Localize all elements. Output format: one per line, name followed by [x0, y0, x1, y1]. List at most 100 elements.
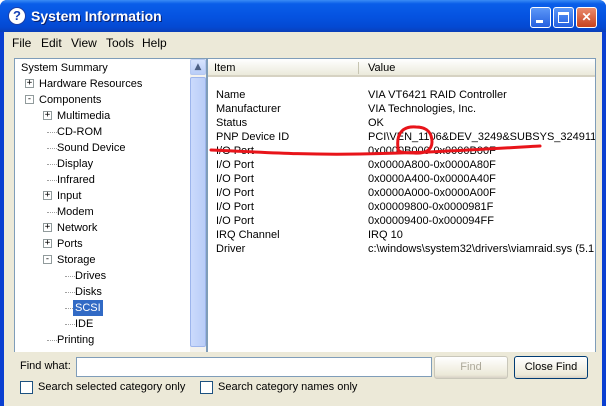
tree-item-label: Display [57, 158, 94, 170]
minimize-icon [536, 20, 543, 23]
collapse-minus-icon[interactable]: - [25, 95, 34, 104]
tree-item[interactable]: Display [15, 156, 189, 172]
menu-edit[interactable]: Edit [41, 36, 62, 50]
find-button[interactable]: Find [434, 356, 508, 379]
menu-help[interactable]: Help [142, 36, 167, 50]
checkbox-box[interactable] [20, 381, 33, 394]
details-list[interactable]: Item Value Name VIA VT6421 RAID Controlle… [207, 58, 596, 380]
table-row[interactable]: Status OK [208, 116, 595, 130]
tree-item-label: Ports [57, 238, 83, 250]
scroll-up-arrow-icon[interactable]: ▲ [190, 59, 206, 75]
tree-item[interactable]: Printing [15, 332, 189, 348]
tree-item-label: Network [57, 222, 98, 234]
checkbox-box[interactable] [200, 381, 213, 394]
app-window: ? System Information ✕ File Edit View To… [0, 0, 606, 406]
tree-item-label: Disks [75, 286, 102, 298]
tree-item[interactable]: Modem [15, 204, 189, 220]
tree-item-label: Drives [75, 270, 107, 282]
expand-plus-icon[interactable]: + [43, 239, 52, 248]
checkbox-label: Search selected category only [38, 381, 186, 393]
table-row[interactable]: IRQ Channel IRQ 10 [208, 228, 595, 242]
tree-item[interactable]: Sound Device [15, 140, 189, 156]
tree-item[interactable]: Disks [15, 284, 189, 300]
find-what-input[interactable] [76, 357, 432, 377]
tree-item[interactable]: - Components [15, 92, 189, 108]
item-cell: I/O Port [216, 201, 254, 213]
find-what-label: Find what: [20, 360, 71, 372]
tree-item[interactable]: + Ports [15, 236, 189, 252]
table-row[interactable]: Manufacturer VIA Technologies, Inc. [208, 102, 595, 116]
item-cell: IRQ Channel [216, 229, 280, 241]
item-cell: Driver [216, 243, 246, 255]
tree-item[interactable]: IDE [15, 316, 189, 332]
menu-file[interactable]: File [12, 36, 31, 50]
table-row[interactable]: I/O Port 0x0000B000-0x0000B00F [208, 144, 595, 158]
column-header-value[interactable]: Value [362, 59, 592, 77]
tree-item[interactable]: Infrared [15, 172, 189, 188]
close-icon: ✕ [581, 10, 592, 24]
maximize-button[interactable] [553, 7, 574, 28]
tree-item[interactable]: SCSI [15, 300, 189, 316]
tree-item-label: Components [39, 94, 102, 106]
table-row[interactable]: I/O Port 0x00009400-0x000094FF [208, 214, 595, 228]
window-title: System Information [31, 8, 162, 24]
value-cell: VIA VT6421 RAID Controller [368, 89, 507, 101]
value-cell: IRQ 10 [368, 229, 403, 241]
table-row[interactable]: Name VIA VT6421 RAID Controller [208, 88, 595, 102]
tree-item[interactable]: Drives [15, 268, 189, 284]
tree-item-label: CD-ROM [57, 126, 103, 138]
table-row[interactable]: I/O Port 0x0000A000-0x0000A00F [208, 186, 595, 200]
tree-item[interactable]: + Network [15, 220, 189, 236]
value-cell: PCI\VEN_1106&DEV_3249&SUBSYS_32491106 [368, 131, 596, 143]
tree-item[interactable]: + Input [15, 188, 189, 204]
column-header-item[interactable]: Item [208, 59, 358, 77]
tree-item[interactable]: - Storage [15, 252, 189, 268]
category-tree[interactable]: System Summary + Hardware Resources - Compon… [14, 58, 207, 380]
item-cell: PNP Device ID [216, 131, 290, 143]
tree-item-label: IDE [75, 318, 94, 330]
item-cell: Status [216, 117, 248, 129]
menu-bar: File Edit View Tools Help [4, 32, 602, 54]
tree-item[interactable]: CD-ROM [15, 124, 189, 140]
table-row[interactable]: I/O Port 0x0000A400-0x0000A40F [208, 172, 595, 186]
tree-item[interactable]: + Multimedia [15, 108, 189, 124]
tree-item-label: SCSI [73, 300, 103, 316]
close-button[interactable]: ✕ [576, 7, 597, 28]
value-cell: VIA Technologies, Inc. [368, 103, 477, 115]
minimize-button[interactable] [530, 7, 551, 28]
menu-tools[interactable]: Tools [106, 36, 134, 50]
tree-item[interactable]: System Summary [15, 60, 189, 76]
tree-item-label: Multimedia [57, 110, 111, 122]
value-cell: 0x0000B000-0x0000B00F [368, 145, 496, 157]
value-cell: 0x00009400-0x000094FF [368, 215, 494, 227]
tree-vertical-scrollbar[interactable]: ▲ ▼ [190, 59, 206, 379]
table-row[interactable]: Driver c:\windows\system32\drivers\viamra… [208, 242, 596, 256]
tree-item-label: Sound Device [57, 142, 126, 154]
item-cell: Name [216, 89, 246, 101]
title-bar[interactable]: ? System Information ✕ [0, 0, 606, 32]
expand-plus-icon[interactable]: + [43, 191, 52, 200]
close-find-button[interactable]: Close Find [514, 356, 588, 379]
expand-plus-icon[interactable]: + [43, 223, 52, 232]
table-row[interactable]: I/O Port 0x0000A800-0x0000A80F [208, 158, 595, 172]
tree-item-label: System Summary [21, 62, 108, 74]
value-cell: c:\windows\system32\drivers\viamraid.sys… [368, 243, 596, 255]
tree-scroll-thumb[interactable] [190, 77, 206, 347]
maximize-icon [558, 12, 569, 23]
value-cell: 0x0000A400-0x0000A40F [368, 173, 496, 185]
expand-plus-icon[interactable]: + [43, 111, 52, 120]
menu-view[interactable]: View [71, 36, 97, 50]
tree-item[interactable]: + Hardware Resources [15, 76, 189, 92]
list-header: Item Value [208, 59, 595, 77]
find-bar: Find what: Find Close Find Search select… [4, 352, 602, 406]
checkbox-label: Search category names only [218, 381, 358, 393]
column-divider[interactable] [358, 62, 359, 74]
table-row[interactable]: I/O Port 0x00009800-0x0000981F [208, 200, 595, 214]
tree-item-label: Input [57, 190, 82, 202]
collapse-minus-icon[interactable]: - [43, 255, 52, 264]
value-cell: OK [368, 117, 384, 129]
value-cell: 0x0000A000-0x0000A00F [368, 187, 496, 199]
table-row[interactable]: PNP Device ID PCI\VEN_1106&DEV_3249&SUBSY… [208, 130, 596, 144]
window-client-area: File Edit View Tools Help System Summary… [4, 32, 602, 406]
expand-plus-icon[interactable]: + [25, 79, 34, 88]
